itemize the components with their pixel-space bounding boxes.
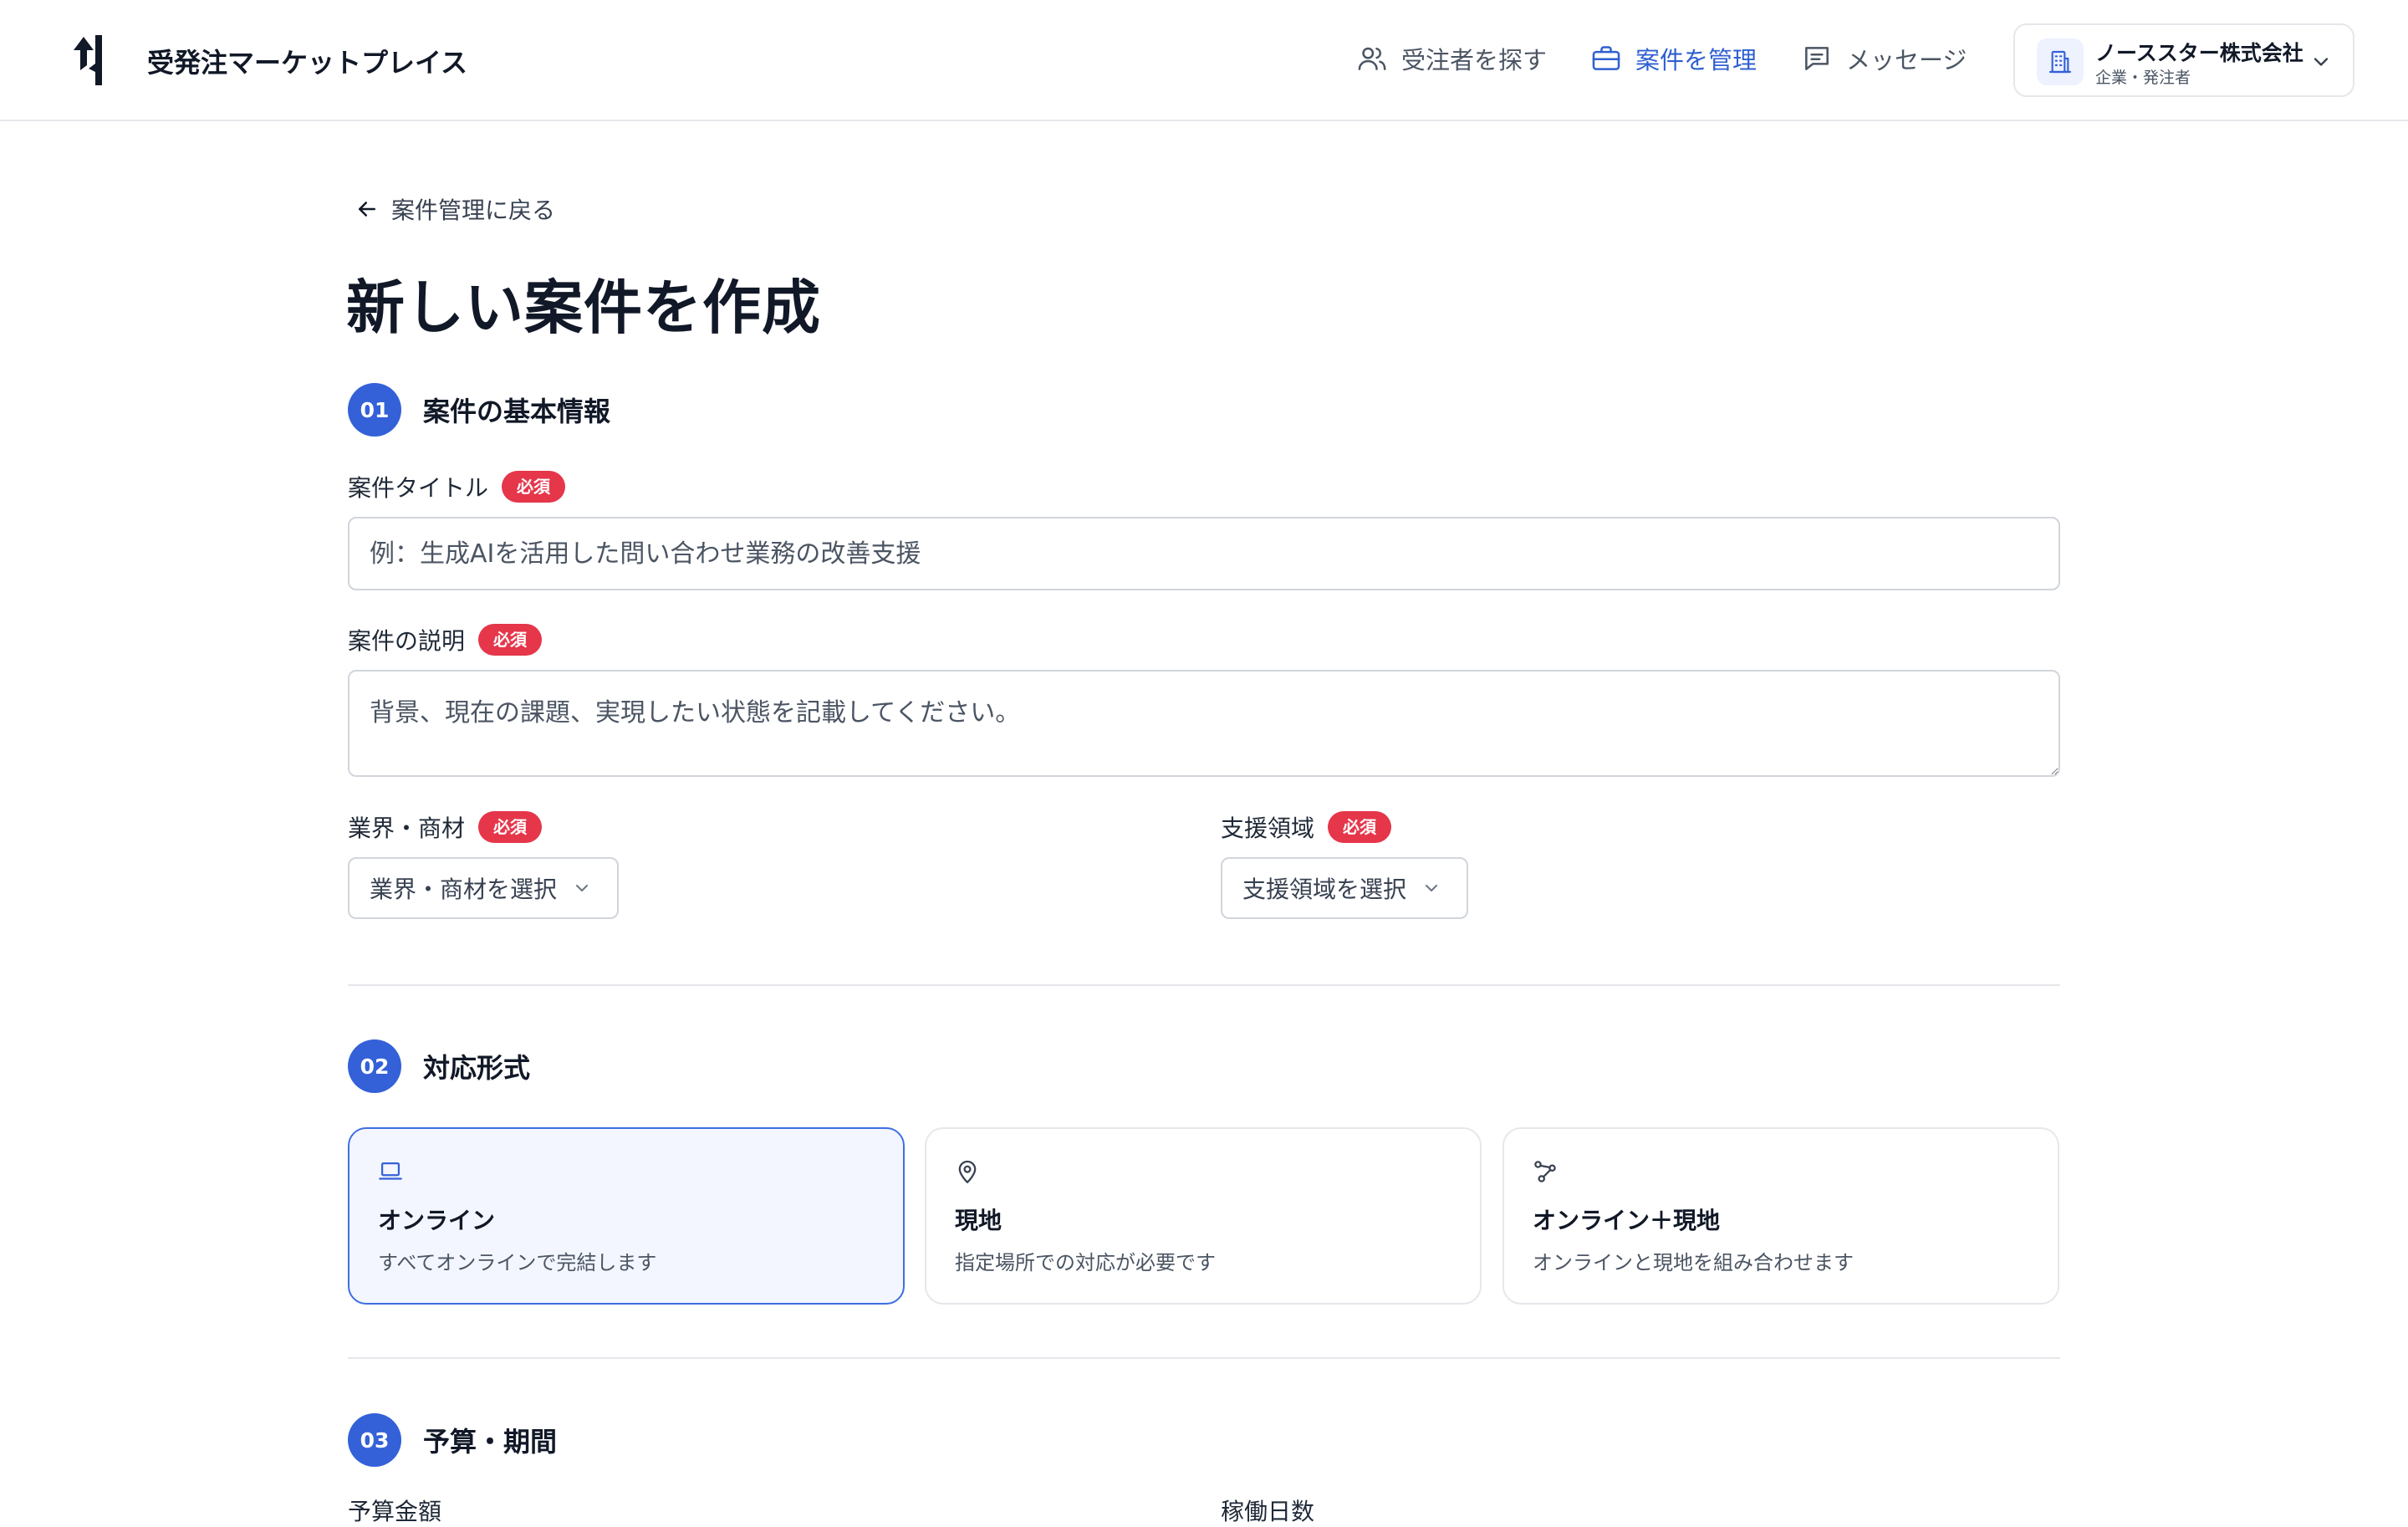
briefcase-icon xyxy=(1592,46,1620,70)
option-description: オンラインと現地を組み合わせます xyxy=(1533,1251,1854,1274)
required-badge: 必須 xyxy=(478,624,543,656)
nav-messages[interactable]: メッセージ xyxy=(1801,40,1967,77)
title-field-label: 案件タイトル 必須 xyxy=(348,470,566,503)
nav-find-contractors[interactable]: 受注者を探す xyxy=(1356,40,1547,77)
option-title: オンライン xyxy=(378,1207,496,1234)
section-divider xyxy=(348,984,2060,986)
budget-field-label: 予算金額 xyxy=(348,1498,442,1525)
step-badge: 03 xyxy=(348,1413,401,1467)
industry-field-label: 業界・商材 必須 xyxy=(348,810,543,844)
section-divider xyxy=(348,1357,2060,1359)
support-area-select[interactable]: 支援領域を選択 xyxy=(1221,857,1468,919)
laptop-icon xyxy=(379,1162,402,1180)
format-option-hybrid[interactable]: オンライン＋現地 オンラインと現地を組み合わせます xyxy=(1502,1127,2059,1305)
option-description: 指定場所での対応が必要です xyxy=(955,1251,1216,1274)
chevron-down-icon xyxy=(2314,58,2329,66)
field-label-text: 案件タイトル xyxy=(348,474,489,502)
section-format-header: 02 対応形式 xyxy=(348,1039,530,1093)
format-option-online[interactable]: オンライン すべてオンラインで完結します xyxy=(348,1127,905,1305)
support-area-select-value: 支援領域を選択 xyxy=(1242,876,1407,903)
nav-manage-projects[interactable]: 案件を管理 xyxy=(1590,40,1757,77)
back-to-projects-link[interactable]: 案件管理に戻る xyxy=(355,192,555,226)
top-header: 受発注マーケットプレイス 受注者を探す 案件を管理 メッセージ ノーススター株式… xyxy=(0,0,2408,121)
nav-messages-label: メッセージ xyxy=(1846,46,1967,74)
account-name: ノーススター株式会社 xyxy=(2095,41,2303,65)
nav-find-label: 受注者を探す xyxy=(1401,46,1548,74)
chevron-down-icon xyxy=(1426,885,1438,891)
project-description-textarea[interactable] xyxy=(348,670,2060,777)
back-link-label: 案件管理に戻る xyxy=(391,197,556,224)
industry-select-value: 業界・商材を選択 xyxy=(370,876,558,903)
account-switcher[interactable]: ノーススター株式会社 企業・発注者 xyxy=(2013,23,2354,97)
required-badge: 必須 xyxy=(502,471,566,503)
option-title: オンライン＋現地 xyxy=(1533,1207,1721,1234)
arrow-left-icon xyxy=(359,202,375,217)
required-badge: 必須 xyxy=(478,811,543,843)
project-title-input[interactable] xyxy=(348,517,2060,590)
nav-manage-label: 案件を管理 xyxy=(1635,46,1758,74)
field-label-text: 支援領域 xyxy=(1221,815,1315,842)
step-badge: 02 xyxy=(348,1039,401,1093)
option-description: すべてオンラインで完結します xyxy=(378,1251,657,1274)
hybrid-icon xyxy=(1534,1161,1556,1182)
section-basic-info-header: 01 案件の基本情報 xyxy=(348,383,610,437)
field-label-text: 案件の説明 xyxy=(348,627,466,655)
description-field-label: 案件の説明 必須 xyxy=(348,623,543,656)
map-pin-icon xyxy=(958,1160,977,1183)
page-title: 新しい案件を作成 xyxy=(346,273,821,342)
field-label-text: 業界・商材 xyxy=(348,815,466,842)
building-icon xyxy=(2048,50,2072,74)
section-title: 対応形式 xyxy=(423,1052,531,1084)
message-icon xyxy=(1805,47,1829,70)
users-icon xyxy=(1358,47,1386,70)
option-title: 現地 xyxy=(955,1207,1002,1234)
section-title: 案件の基本情報 xyxy=(423,396,611,427)
account-avatar xyxy=(2037,38,2084,85)
step-badge: 01 xyxy=(348,383,401,437)
section-budget-header: 03 予算・期間 xyxy=(348,1413,557,1467)
account-role: 企業・発注者 xyxy=(2095,69,2191,87)
required-badge: 必須 xyxy=(1328,811,1392,843)
logo-icon[interactable] xyxy=(70,32,109,87)
chevron-down-icon xyxy=(576,885,589,891)
duration-field-label: 稼働日数 xyxy=(1221,1498,1315,1525)
format-option-onsite[interactable]: 現地 指定場所での対応が必要です xyxy=(925,1127,1482,1305)
section-title: 予算・期間 xyxy=(423,1426,558,1458)
industry-select[interactable]: 業界・商材を選択 xyxy=(348,857,619,919)
app-title[interactable]: 受発注マーケットプレイス xyxy=(147,42,467,80)
support-area-field-label: 支援領域 必須 xyxy=(1221,810,1392,844)
